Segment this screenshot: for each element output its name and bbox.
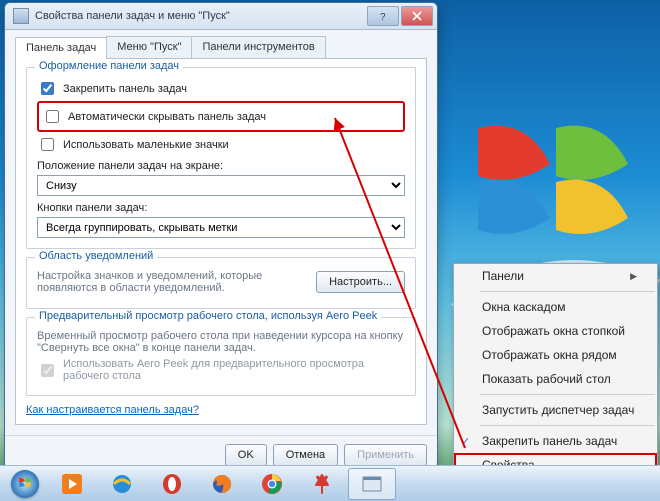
chk-lock-label: Закрепить панель задач (63, 83, 187, 95)
menu-show-desktop[interactable]: Показать рабочий стол (454, 367, 657, 391)
close-button[interactable] (401, 6, 433, 26)
group-aeropeek: Предварительный просмотр рабочего стола,… (26, 317, 416, 396)
chk-autohide-label: Автоматически скрывать панель задач (68, 111, 266, 123)
help-button[interactable]: ? (367, 6, 399, 26)
chk-autohide[interactable]: Автоматически скрывать панель задач (42, 107, 400, 126)
chk-aeropeek-input (41, 364, 54, 377)
position-label: Положение панели задач на экране: (37, 160, 405, 172)
tab-taskbar[interactable]: Панель задач (15, 37, 107, 59)
chk-smallicons-input[interactable] (41, 138, 54, 151)
notification-text: Настройка значков и уведомлений, которые… (37, 270, 306, 294)
menu-cascade[interactable]: Окна каскадом (454, 295, 657, 319)
ok-button[interactable]: OK (225, 444, 267, 466)
help-link[interactable]: Как настраивается панель задач? (26, 404, 199, 416)
taskbar-firefox[interactable] (198, 468, 246, 500)
group-appearance-title: Оформление панели задач (35, 60, 183, 72)
tab-panel: Оформление панели задач Закрепить панель… (15, 59, 427, 425)
menu-panels[interactable]: Панели▶ (454, 264, 657, 288)
chk-smallicons-label: Использовать маленькие значки (63, 139, 229, 151)
menu-taskmanager[interactable]: Запустить диспетчер задач (454, 398, 657, 422)
tab-startmenu[interactable]: Меню "Пуск" (106, 36, 192, 58)
menu-lock-taskbar[interactable]: ✓Закрепить панель задач (454, 429, 657, 453)
submenu-arrow-icon: ▶ (630, 271, 637, 282)
window-title: Свойства панели задач и меню "Пуск" (35, 10, 365, 22)
buttons-label: Кнопки панели задач: (37, 202, 405, 214)
aeropeek-text: Временный просмотр рабочего стола при на… (37, 330, 405, 354)
group-notification: Область уведомлений Настройка значков и … (26, 257, 416, 309)
window-icon (13, 8, 29, 24)
taskbar-opera[interactable] (148, 468, 196, 500)
menu-stack[interactable]: Отображать окна стопкой (454, 319, 657, 343)
taskbar[interactable] (0, 465, 660, 501)
titlebar[interactable]: Свойства панели задач и меню "Пуск" ? (5, 3, 437, 30)
menu-separator (480, 425, 655, 426)
properties-window: Свойства панели задач и меню "Пуск" ? Па… (4, 2, 438, 469)
taskbar-ie[interactable] (98, 468, 146, 500)
chk-autohide-input[interactable] (46, 110, 59, 123)
tab-strip: Панель задач Меню "Пуск" Панели инструме… (15, 36, 427, 59)
chk-smallicons[interactable]: Использовать маленькие значки (37, 135, 405, 154)
chk-lock-input[interactable] (41, 82, 54, 95)
autohide-highlight: Автоматически скрывать панель задач (37, 101, 405, 132)
taskbar-mediaplayer[interactable] (48, 468, 96, 500)
checkmark-icon: ✓ (461, 435, 470, 448)
svg-text:?: ? (380, 12, 386, 21)
taskbar-chrome[interactable] (248, 468, 296, 500)
cancel-button[interactable]: Отмена (273, 444, 338, 466)
customize-button[interactable]: Настроить... (316, 271, 405, 293)
buttons-combo[interactable]: Всегда группировать, скрывать метки (37, 217, 405, 238)
chk-aeropeek[interactable]: Использовать Aero Peek для предварительн… (37, 358, 405, 382)
taskbar-context-menu: Панели▶ Окна каскадом Отображать окна ст… (453, 263, 658, 478)
group-notification-title: Область уведомлений (35, 250, 157, 262)
start-button[interactable] (4, 468, 46, 500)
tab-toolbars[interactable]: Панели инструментов (191, 36, 325, 58)
position-combo[interactable]: Снизу (37, 175, 405, 196)
taskbar-properties-window[interactable] (348, 468, 396, 500)
chk-lock-taskbar[interactable]: Закрепить панель задач (37, 79, 405, 98)
menu-separator (480, 291, 655, 292)
group-aeropeek-title: Предварительный просмотр рабочего стола,… (35, 310, 381, 322)
menu-separator (480, 394, 655, 395)
chk-aeropeek-label: Использовать Aero Peek для предварительн… (63, 358, 405, 382)
taskbar-yandex[interactable] (298, 468, 346, 500)
group-appearance: Оформление панели задач Закрепить панель… (26, 67, 416, 249)
menu-sidebyside[interactable]: Отображать окна рядом (454, 343, 657, 367)
apply-button[interactable]: Применить (344, 444, 427, 466)
